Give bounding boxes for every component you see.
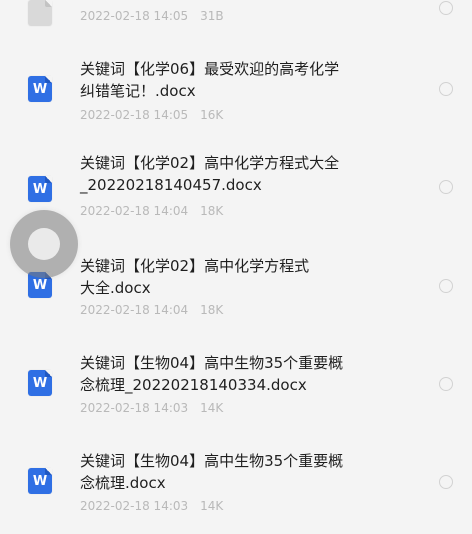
generic-file-icon [28, 0, 52, 26]
file-name: 关键词【化学02】高中化学方程式大全 _20220218140457.docx [80, 154, 340, 194]
file-date: 2022-02-18 14:04 [80, 303, 189, 317]
file-row[interactable]: W 关键词【化学06】最受欢迎的高考化学 纠错笔记！.docx 2022-02-… [0, 52, 472, 148]
file-date: 2022-02-18 14:05 [80, 9, 189, 23]
file-size: 18K [200, 303, 224, 317]
word-icon-letter: W [32, 376, 48, 391]
word-icon-letter: W [32, 182, 48, 197]
word-doc-icon: W [28, 468, 52, 494]
select-checkbox[interactable] [439, 180, 453, 194]
select-checkbox[interactable] [439, 82, 453, 96]
file-name: 关键词【生物04】高中生物35个重要概 念梳理.docx [80, 452, 344, 492]
file-size: 18K [200, 204, 224, 218]
file-row[interactable]: 2022-02-18 14:05 31B [0, 0, 472, 60]
file-size: 14K [200, 499, 224, 513]
file-size: 16K [200, 108, 224, 122]
select-checkbox[interactable] [439, 377, 453, 391]
word-doc-icon: W [28, 370, 52, 396]
select-checkbox[interactable] [439, 1, 453, 15]
file-name: 关键词【化学06】最受欢迎的高考化学 纠错笔记！.docx [80, 60, 340, 100]
file-name: 关键词【生物04】高中生物35个重要概 念梳理_20220218140334.d… [80, 354, 344, 394]
word-doc-icon: W [28, 76, 52, 102]
file-meta: 2022-02-18 14:04 18K [80, 203, 223, 219]
file-date: 2022-02-18 14:05 [80, 108, 189, 122]
file-meta: 2022-02-18 14:03 14K [80, 400, 223, 416]
word-doc-icon: W [28, 176, 52, 202]
select-checkbox[interactable] [439, 475, 453, 489]
file-row[interactable]: W 关键词【生物04】高中生物35个重要概 念梳理_20220218140334… [0, 342, 472, 438]
file-date: 2022-02-18 14:04 [80, 204, 189, 218]
file-list: 2022-02-18 14:05 31B W 关键词【化学06】最受欢迎的高考化学… [0, 0, 472, 530]
file-row[interactable]: W 关键词【生物04】高中生物35个重要概 念梳理.docx 2022-02-1… [0, 438, 472, 534]
file-meta: 2022-02-18 14:04 18K [80, 302, 223, 318]
file-size: 14K [200, 401, 224, 415]
word-icon-letter: W [32, 474, 48, 489]
file-meta: 2022-02-18 14:03 14K [80, 498, 223, 514]
file-meta: 2022-02-18 14:05 16K [80, 107, 223, 123]
select-checkbox[interactable] [439, 279, 453, 293]
file-date: 2022-02-18 14:03 [80, 499, 189, 513]
file-size: 31B [200, 9, 224, 23]
file-name: 关键词【化学02】高中化学方程式 大全.docx [80, 257, 310, 297]
file-date: 2022-02-18 14:03 [80, 401, 189, 415]
assistive-touch-button[interactable] [10, 210, 78, 278]
word-icon-letter: W [32, 82, 48, 97]
file-meta: 2022-02-18 14:05 31B [80, 8, 224, 24]
